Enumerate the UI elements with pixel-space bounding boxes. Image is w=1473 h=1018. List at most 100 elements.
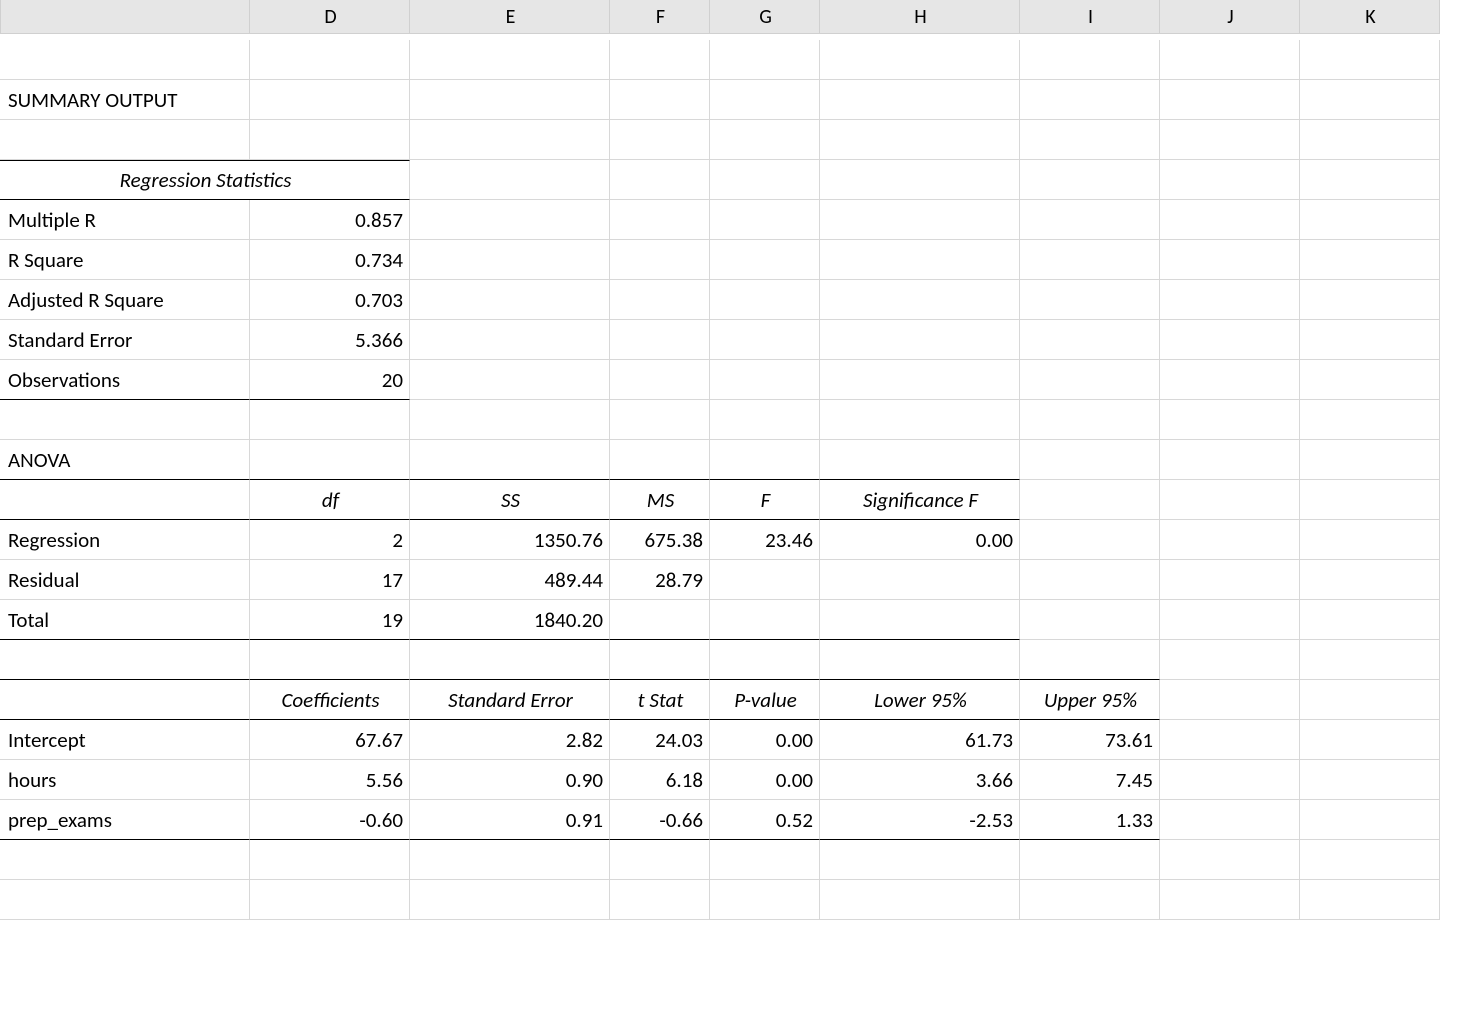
anova-row-label[interactable]: Residual — [0, 560, 250, 600]
cell[interactable] — [1020, 640, 1160, 680]
cell[interactable] — [1300, 40, 1440, 80]
cell[interactable] — [1300, 880, 1440, 920]
coef-cell[interactable]: 0.91 — [410, 800, 610, 840]
cell[interactable] — [410, 840, 610, 880]
cell[interactable] — [710, 120, 820, 160]
regression-statistics-header[interactable]: Regression Statistics — [0, 160, 410, 200]
cell[interactable] — [710, 840, 820, 880]
cell[interactable] — [820, 160, 1020, 200]
coef-cell[interactable]: -0.60 — [250, 800, 410, 840]
coef-header-se[interactable]: Standard Error — [410, 680, 610, 720]
cell[interactable] — [1020, 440, 1160, 480]
col-header[interactable]: K — [1300, 0, 1440, 34]
cell[interactable] — [1300, 520, 1440, 560]
anova-header-df[interactable]: df — [250, 480, 410, 520]
cell[interactable] — [1160, 200, 1300, 240]
cell[interactable] — [1020, 600, 1160, 640]
anova-cell[interactable]: 1350.76 — [410, 520, 610, 560]
cell[interactable] — [1160, 840, 1300, 880]
cell[interactable] — [1160, 560, 1300, 600]
cell[interactable] — [610, 400, 710, 440]
cell[interactable] — [1020, 880, 1160, 920]
cell[interactable] — [250, 40, 410, 80]
anova-row-label[interactable]: Total — [0, 600, 250, 640]
cell[interactable] — [610, 80, 710, 120]
cell[interactable] — [410, 40, 610, 80]
cell[interactable] — [0, 840, 250, 880]
anova-cell[interactable] — [820, 600, 1020, 640]
cell[interactable] — [1160, 720, 1300, 760]
coef-header-upper95[interactable]: Upper 95% — [1020, 680, 1160, 720]
cell[interactable] — [410, 360, 610, 400]
cell[interactable] — [1160, 600, 1300, 640]
coef-cell[interactable]: 0.00 — [710, 760, 820, 800]
cell[interactable] — [1160, 680, 1300, 720]
reg-stat-value[interactable]: 5.366 — [250, 320, 410, 360]
reg-stat-value[interactable]: 0.734 — [250, 240, 410, 280]
cell[interactable] — [1300, 440, 1440, 480]
cell[interactable] — [1020, 160, 1160, 200]
coef-cell[interactable]: 2.82 — [410, 720, 610, 760]
cell[interactable] — [1160, 880, 1300, 920]
cell[interactable] — [1160, 120, 1300, 160]
coef-cell[interactable]: 3.66 — [820, 760, 1020, 800]
coef-header-tstat[interactable]: t Stat — [610, 680, 710, 720]
cell[interactable] — [1160, 520, 1300, 560]
cell[interactable] — [410, 640, 610, 680]
cell[interactable] — [610, 640, 710, 680]
cell[interactable] — [410, 880, 610, 920]
cell[interactable] — [610, 280, 710, 320]
coef-cell[interactable]: 67.67 — [250, 720, 410, 760]
cell[interactable] — [0, 400, 250, 440]
cell[interactable] — [610, 360, 710, 400]
cell[interactable] — [1300, 480, 1440, 520]
anova-cell[interactable] — [710, 600, 820, 640]
cell[interactable] — [410, 280, 610, 320]
cell[interactable] — [1300, 760, 1440, 800]
anova-cell[interactable]: 1840.20 — [410, 600, 610, 640]
cell[interactable] — [710, 200, 820, 240]
cell[interactable] — [710, 360, 820, 400]
cell[interactable] — [1020, 480, 1160, 520]
cell[interactable] — [710, 400, 820, 440]
coef-header-pvalue[interactable]: P-value — [710, 680, 820, 720]
reg-stat-label[interactable]: Adjusted R Square — [0, 280, 250, 320]
anova-cell[interactable] — [710, 560, 820, 600]
cell[interactable] — [1160, 280, 1300, 320]
cell[interactable] — [0, 640, 250, 680]
coef-row-label[interactable]: prep_exams — [0, 800, 250, 840]
cell[interactable] — [1160, 640, 1300, 680]
cell[interactable] — [1020, 360, 1160, 400]
cell[interactable] — [0, 120, 250, 160]
coef-row-label[interactable]: hours — [0, 760, 250, 800]
cell[interactable] — [1300, 840, 1440, 880]
cell[interactable] — [1160, 440, 1300, 480]
cell[interactable] — [1160, 240, 1300, 280]
anova-cell[interactable]: 0.00 — [820, 520, 1020, 560]
reg-stat-label[interactable]: Observations — [0, 360, 250, 400]
anova-cell[interactable]: 28.79 — [610, 560, 710, 600]
cell[interactable] — [1300, 600, 1440, 640]
cell[interactable] — [820, 200, 1020, 240]
cell[interactable] — [1300, 400, 1440, 440]
coef-cell[interactable]: 7.45 — [1020, 760, 1160, 800]
cell[interactable] — [1300, 280, 1440, 320]
cell[interactable] — [1020, 120, 1160, 160]
cell[interactable] — [410, 320, 610, 360]
coef-header-coefficients[interactable]: Coefficients — [250, 680, 410, 720]
anova-header-f[interactable]: F — [710, 480, 820, 520]
cell[interactable] — [710, 280, 820, 320]
cell[interactable] — [610, 200, 710, 240]
reg-stat-value[interactable]: 20 — [250, 360, 410, 400]
anova-header-sigf[interactable]: Significance F — [820, 480, 1020, 520]
cell[interactable] — [610, 40, 710, 80]
cell[interactable] — [1300, 80, 1440, 120]
spreadsheet[interactable]: D E F G H I J K SUMMARY OUTPUT Regressio… — [0, 0, 1473, 920]
coef-cell[interactable]: 73.61 — [1020, 720, 1160, 760]
cell[interactable] — [250, 440, 410, 480]
cell[interactable] — [1300, 560, 1440, 600]
anova-row-label[interactable]: Regression — [0, 520, 250, 560]
cell[interactable] — [410, 400, 610, 440]
cell[interactable] — [1160, 760, 1300, 800]
coef-cell[interactable]: 1.33 — [1020, 800, 1160, 840]
